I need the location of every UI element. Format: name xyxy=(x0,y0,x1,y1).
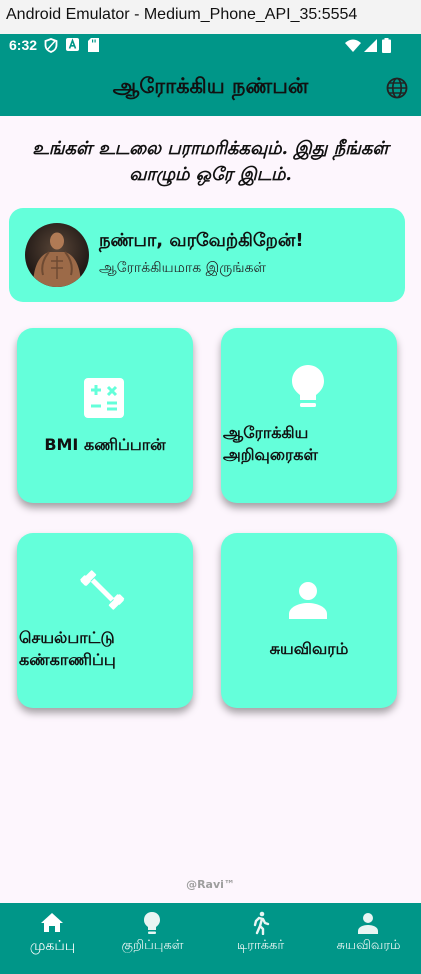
profile-tile[interactable]: சுயவிவரம் xyxy=(221,533,397,708)
tagline: உங்கள் உடலை பராமரிக்கவும். இது நீங்கள் வ… xyxy=(32,138,389,185)
nav-tracker[interactable]: டிராக்கர் xyxy=(208,903,313,974)
activity-tile-label: செயல்பாட்டு கண்காணிப்பு xyxy=(19,628,116,669)
app-title: ஆரோக்கிய நண்பன் xyxy=(112,74,309,98)
app-notification-icon xyxy=(66,38,79,51)
lightbulb-icon xyxy=(292,365,324,407)
nav-home-label: முகப்பு xyxy=(29,938,76,954)
emulator-title-bar: Android Emulator - Medium_Phone_API_35:5… xyxy=(0,0,421,35)
nav-tips-label: குறிப்புகள் xyxy=(121,938,184,953)
emulator-window-title: Android Emulator - Medium_Phone_API_35:5… xyxy=(6,6,358,23)
welcome-greeting: நண்பா, வரவேற்கிறேன்! xyxy=(99,230,304,251)
nav-profile[interactable]: சுயவிவரம் xyxy=(316,903,421,974)
cell-signal-icon xyxy=(364,39,377,52)
calculator-icon xyxy=(84,378,124,418)
bmi-tile-label: BMI கணிப்பான் xyxy=(44,435,166,454)
person-icon xyxy=(358,913,378,934)
dumbbell-icon xyxy=(80,570,125,610)
home-icon xyxy=(41,913,63,932)
bottom-navigation: முகப்பு குறிப்புகள் டிராக்கர் சுயவிவரம் xyxy=(0,903,421,974)
wifi-icon xyxy=(345,39,361,52)
app-bar: ஆரோக்கிய நண்பன் xyxy=(0,58,421,116)
nav-home[interactable]: முகப்பு xyxy=(0,903,105,974)
welcome-subtitle: ஆரோக்கியமாக இருங்கள் xyxy=(99,260,267,276)
status-bar: 6:32 xyxy=(0,34,421,58)
language-globe-icon[interactable] xyxy=(385,76,409,100)
nav-profile-label: சுயவிவரம் xyxy=(336,938,401,953)
health-tips-tile[interactable]: ஆரோக்கிய அறிவுரைகள் xyxy=(221,328,397,503)
welcome-card: நண்பா, வரவேற்கிறேன்! ஆரோக்கியமாக இருங்கள… xyxy=(9,208,405,302)
profile-tile-label: சுயவிவரம் xyxy=(269,639,349,658)
person-icon xyxy=(289,582,327,619)
battery-icon xyxy=(382,38,391,53)
lightbulb-icon xyxy=(144,912,160,934)
shield-icon xyxy=(44,38,58,53)
nav-tips[interactable]: குறிப்புகள் xyxy=(100,903,205,974)
health-tips-tile-label: ஆரோக்கிய அறிவுரைகள் xyxy=(223,423,318,464)
sd-card-icon xyxy=(88,38,99,52)
walking-icon xyxy=(253,911,270,935)
nav-tracker-label: டிராக்கர் xyxy=(236,938,285,953)
bmi-calculator-tile[interactable]: BMI கணிப்பான் xyxy=(17,328,193,503)
activity-tracking-tile[interactable]: செயல்பாட்டு கண்காணிப்பு xyxy=(17,533,193,708)
footer-credit: @Ravi™ xyxy=(186,878,235,891)
status-time: 6:32 xyxy=(9,37,38,53)
avatar xyxy=(25,223,89,287)
